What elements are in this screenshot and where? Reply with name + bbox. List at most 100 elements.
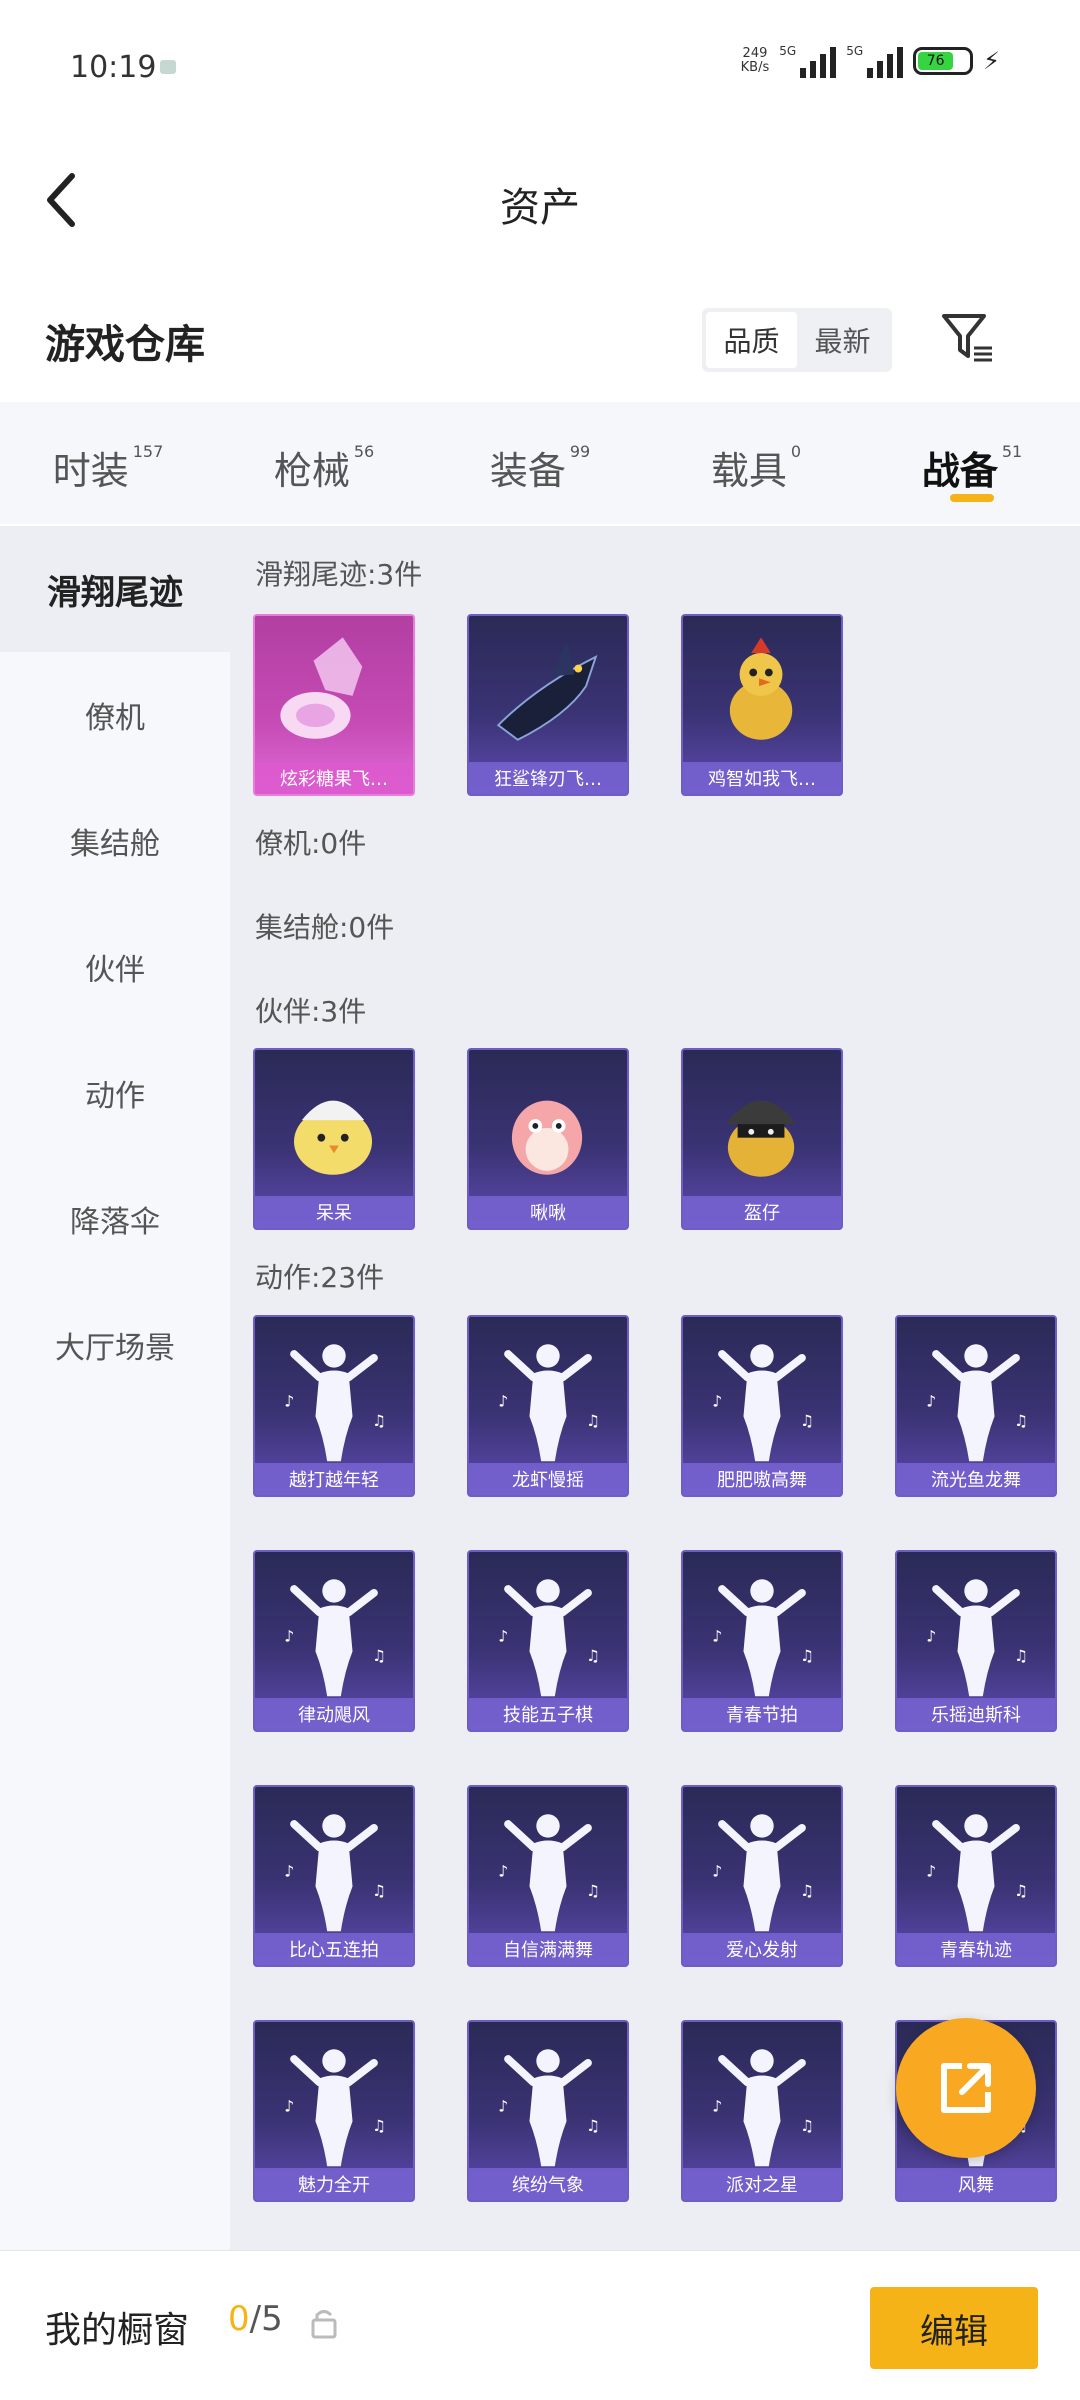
sidebar-item-wingman[interactable]: 僚机	[0, 652, 230, 778]
charging-icon: ⚡	[983, 47, 1000, 75]
item-card[interactable]: 狂鲨锋刃飞…	[467, 614, 629, 796]
dancer-silhouette-image: ♪♫	[926, 1814, 1028, 1932]
emote-card[interactable]: ♪ ♫ 爱心发射	[681, 1785, 843, 1967]
emote-card[interactable]: ♪ ♫ 魅力全开	[253, 2020, 415, 2202]
svg-text:♫: ♫	[586, 1647, 600, 1665]
tab-war-prep[interactable]: 战备 51	[864, 402, 1080, 524]
section-title-partner: 伙伴:3件	[255, 995, 367, 1028]
svg-text:♫: ♫	[800, 1882, 814, 1900]
emote-card[interactable]: ♪ ♫ 青春节拍	[681, 1550, 843, 1732]
svg-text:♪: ♪	[712, 1628, 722, 1646]
status-time: 10:19	[70, 50, 157, 85]
sort-newest-button[interactable]: 最新	[797, 312, 888, 368]
svg-text:♫: ♫	[1014, 1647, 1028, 1665]
dancer-silhouette-image: ♪♫	[284, 1814, 386, 1932]
dancer-silhouette-image: ♪♫	[498, 2049, 600, 2167]
tab-fashion[interactable]: 时装 157	[0, 402, 216, 524]
sidebar-item-glide-trail[interactable]: 滑翔尾迹	[0, 526, 230, 652]
sidebar: 滑翔尾迹 僚机 集结舱 伙伴 动作 降落伞 大厅场景	[0, 526, 230, 2250]
dancer-silhouette-image: ♪♫	[284, 2049, 386, 2167]
section-title-emote: 动作:23件	[255, 1261, 385, 1294]
emote-card[interactable]: ♪ ♫ 流光鱼龙舞	[895, 1315, 1057, 1497]
emote-card[interactable]: ♪ ♫ 青春轨迹	[895, 1785, 1057, 1967]
dancer-silhouette-image: ♪♫	[712, 1814, 814, 1932]
svg-text:♫: ♫	[372, 1647, 386, 1665]
net-speed: 249 KB/s	[740, 46, 770, 75]
lock-icon	[311, 2310, 337, 2339]
warehouse-title: 游戏仓库	[45, 322, 205, 368]
shark-trail-image	[496, 642, 598, 741]
share-button[interactable]	[896, 2018, 1036, 2158]
svg-text:♪: ♪	[498, 2098, 508, 2116]
showcase-count: 0/5	[228, 2299, 283, 2339]
tab-equipment[interactable]: 装备 99	[432, 402, 648, 524]
dancer-silhouette-image: ♪♫	[498, 1344, 600, 1462]
svg-text:♫: ♫	[800, 1412, 814, 1430]
svg-text:♪: ♪	[712, 1863, 722, 1881]
helmet-chick-partner-image	[725, 1100, 797, 1177]
emote-card[interactable]: ♪ ♫ 乐摇迪斯科	[895, 1550, 1057, 1732]
sidebar-item-lobby-scene[interactable]: 大厅场景	[0, 1282, 230, 1408]
notification-icon	[160, 60, 176, 74]
dancer-silhouette-image: ♪♫	[284, 1344, 386, 1462]
candy-trail-image	[280, 637, 363, 739]
emote-card[interactable]: ♪ ♫ 派对之星	[681, 2020, 843, 2202]
item-card[interactable]: 鸡智如我飞…	[681, 614, 843, 796]
edit-button[interactable]: 编辑	[870, 2287, 1038, 2369]
svg-text:♫: ♫	[586, 1412, 600, 1430]
sidebar-item-partner[interactable]: 伙伴	[0, 904, 230, 1030]
dancer-silhouette-image: ♪♫	[712, 2049, 814, 2167]
tab-vehicles[interactable]: 载具 0	[648, 402, 864, 524]
emote-card[interactable]: ♪ ♫ 律动飓风	[253, 1550, 415, 1732]
signal-icon	[800, 44, 837, 78]
emote-card[interactable]: ♪ ♫ 越打越年轻	[253, 1315, 415, 1497]
dancer-silhouette-image: ♪♫	[498, 1579, 600, 1697]
emote-card[interactable]: ♪ ♫ 龙虾慢摇	[467, 1315, 629, 1497]
svg-text:♫: ♫	[1014, 1412, 1028, 1430]
item-card[interactable]: 呆呆	[253, 1048, 415, 1230]
svg-text:♫: ♫	[372, 1412, 386, 1430]
emote-card[interactable]: ♪ ♫ 自信满满舞	[467, 1785, 629, 1967]
emote-card[interactable]: ♪ ♫ 缤纷气象	[467, 2020, 629, 2202]
emote-card[interactable]: ♪ ♫ 肥肥嗷高舞	[681, 1315, 843, 1497]
sort-quality-button[interactable]: 品质	[706, 312, 797, 368]
emote-card[interactable]: ♪ ♫ 技能五子棋	[467, 1550, 629, 1732]
sidebar-item-emote[interactable]: 动作	[0, 1030, 230, 1156]
item-card[interactable]: 啾啾	[467, 1048, 629, 1230]
filter-icon[interactable]	[940, 310, 996, 366]
sidebar-item-parachute[interactable]: 降落伞	[0, 1156, 230, 1282]
page-title: 资产	[500, 185, 580, 231]
signal-icon	[867, 44, 904, 78]
svg-text:♫: ♫	[800, 1647, 814, 1665]
svg-text:♫: ♫	[586, 1882, 600, 1900]
svg-text:♪: ♪	[498, 1628, 508, 1646]
section-title-capsule: 集结舱:0件	[255, 911, 395, 944]
dancer-silhouette-image: ♪♫	[284, 1579, 386, 1697]
sort-toggle: 品质 最新	[702, 308, 892, 372]
item-card[interactable]: 盔仔	[681, 1048, 843, 1230]
dancer-silhouette-image: ♪♫	[712, 1344, 814, 1462]
dancer-silhouette-image: ♪♫	[712, 1579, 814, 1697]
chick-partner-image	[294, 1100, 373, 1175]
svg-text:♪: ♪	[926, 1863, 936, 1881]
bottom-bar: 我的橱窗 0/5 编辑	[0, 2250, 1080, 2400]
svg-text:♫: ♫	[800, 2117, 814, 2135]
svg-text:♪: ♪	[284, 2098, 294, 2116]
item-card[interactable]: 炫彩糖果飞…	[253, 614, 415, 796]
svg-text:♪: ♪	[284, 1628, 294, 1646]
header: 资产	[0, 130, 1080, 270]
sidebar-item-capsule[interactable]: 集结舱	[0, 778, 230, 904]
svg-text:♪: ♪	[498, 1863, 508, 1881]
emote-card[interactable]: ♪ ♫ 比心五连拍	[253, 1785, 415, 1967]
svg-text:♫: ♫	[372, 2117, 386, 2135]
svg-text:♫: ♫	[586, 2117, 600, 2135]
svg-text:♪: ♪	[926, 1628, 936, 1646]
showcase-label: 我的橱窗	[45, 2310, 190, 2351]
svg-text:♪: ♪	[284, 1863, 294, 1881]
svg-text:♫: ♫	[372, 1882, 386, 1900]
tab-guns[interactable]: 枪械 56	[216, 402, 432, 524]
section-title-wingman: 僚机:0件	[255, 827, 367, 860]
svg-text:♪: ♪	[712, 1393, 722, 1411]
status-icons: 249 KB/s 5G 5G 76 ⚡	[741, 44, 1000, 78]
pink-bird-partner-image	[511, 1100, 583, 1175]
